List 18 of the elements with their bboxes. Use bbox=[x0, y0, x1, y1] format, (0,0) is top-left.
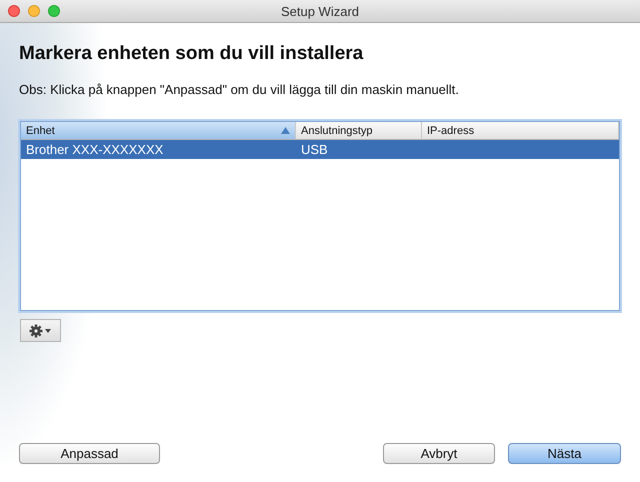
table-cell-text: Brother XXX-XXXXXXX bbox=[25, 142, 164, 157]
instruction-text: Obs: Klicka på knappen "Anpassad" om du vill lägga till din maskin manuellt. bbox=[19, 82, 460, 97]
column-header[interactable]: IP-adress bbox=[422, 122, 619, 139]
close-icon[interactable] bbox=[8, 5, 20, 17]
gear-icon bbox=[28, 324, 52, 338]
heading: Markera enheten som du vill installera bbox=[19, 43, 364, 66]
column-header[interactable]: Enhet bbox=[21, 122, 296, 139]
zoom-icon[interactable] bbox=[48, 5, 60, 17]
push-button[interactable]: Avbryt bbox=[383, 443, 495, 464]
table-cell-text: USB bbox=[300, 142, 329, 157]
window-title: Setup Wizard bbox=[280, 4, 360, 18]
sort-arrow-icon bbox=[281, 127, 290, 134]
table-row[interactable]: Brother XXX-XXXXXXX USB bbox=[21, 140, 619, 159]
push-button[interactable]: Nästa bbox=[508, 443, 621, 464]
column-header[interactable]: Anslutningstyp bbox=[296, 122, 422, 139]
push-button[interactable]: Anpassad bbox=[19, 443, 160, 464]
minimize-icon[interactable] bbox=[28, 5, 40, 17]
gear-menu-button[interactable] bbox=[20, 319, 61, 342]
